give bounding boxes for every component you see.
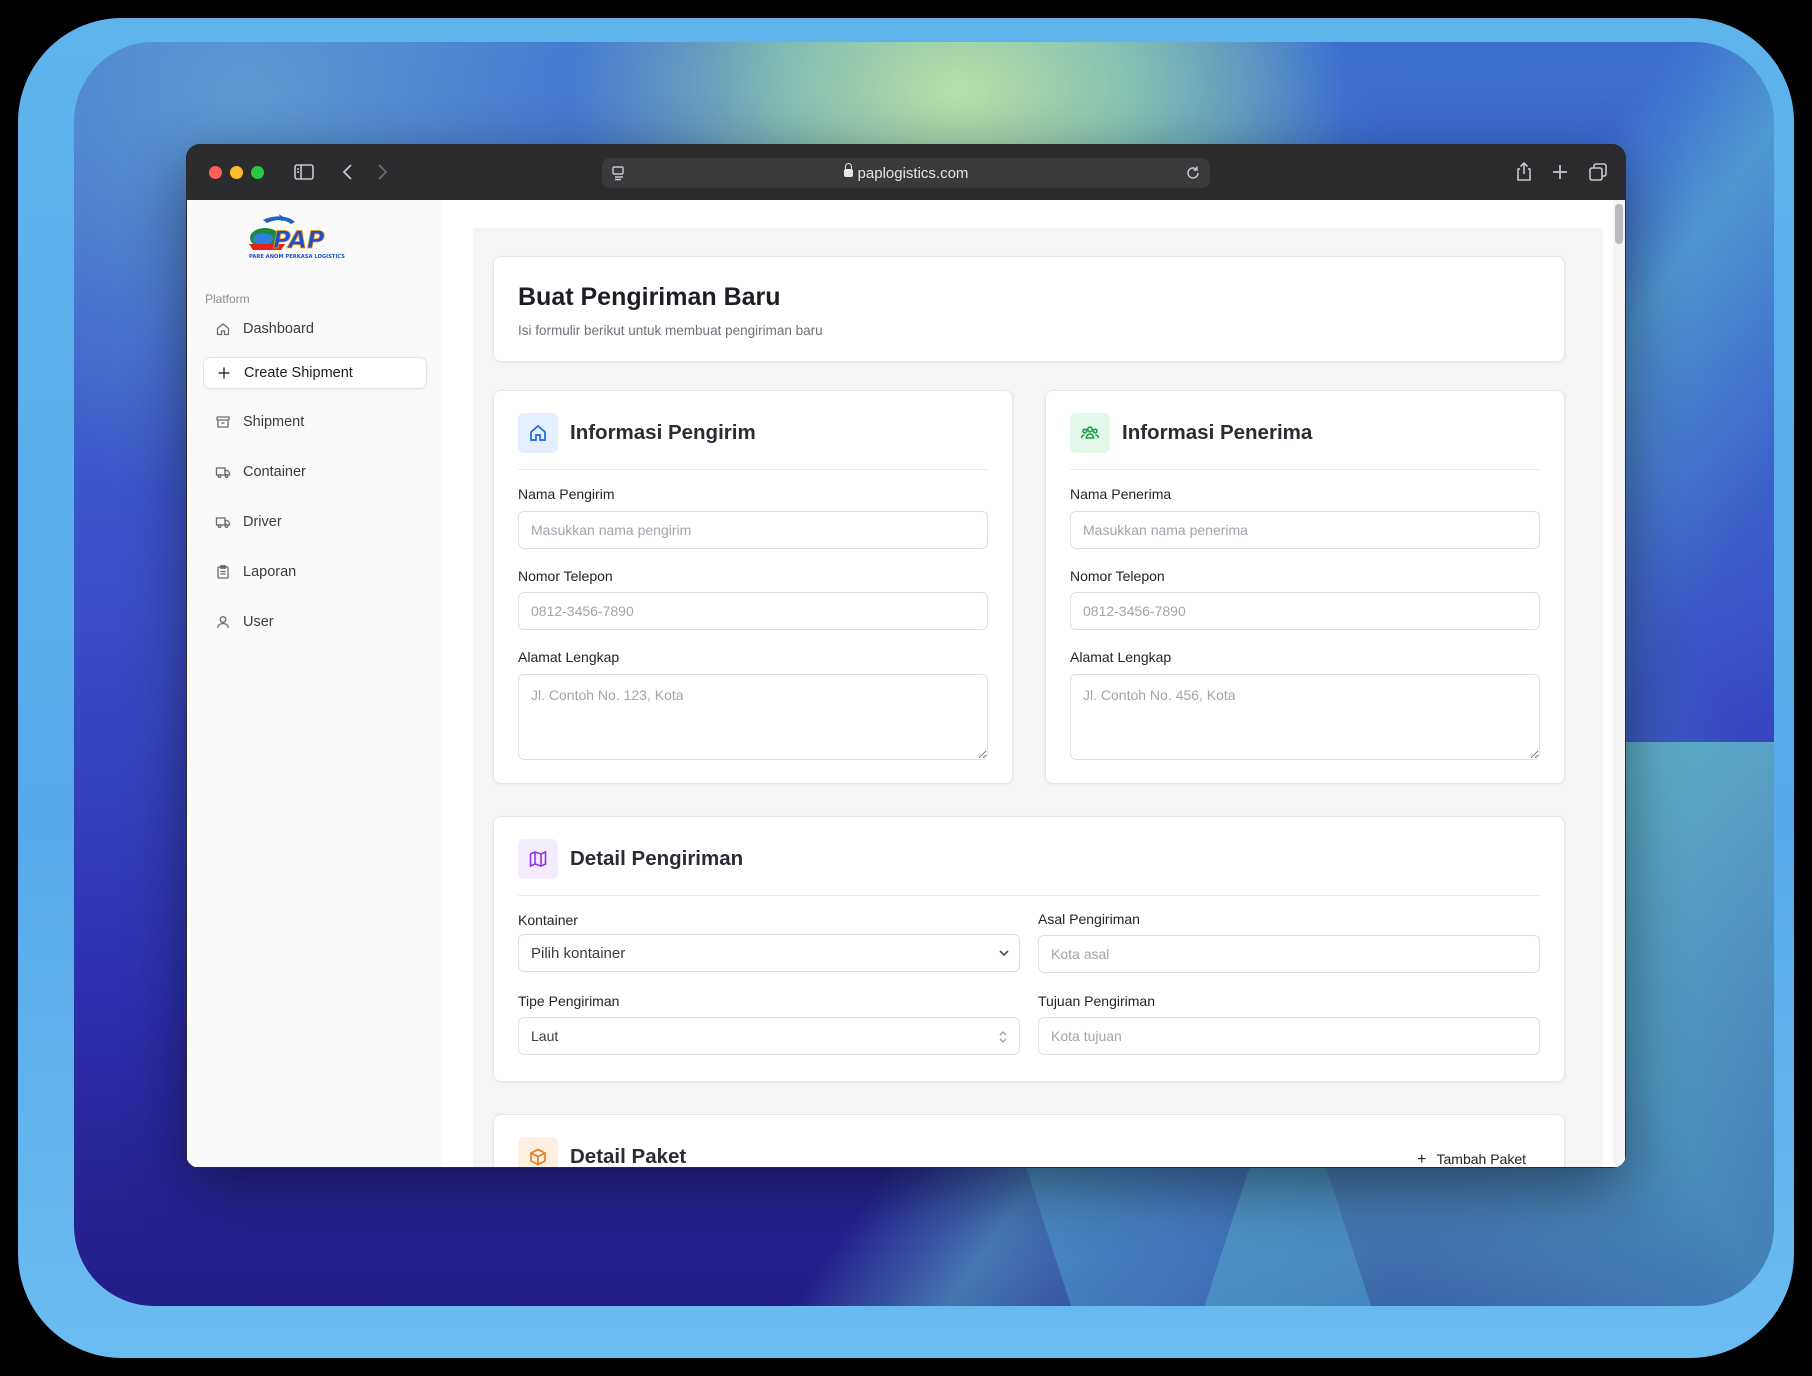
new-tab-icon[interactable] <box>1548 160 1572 184</box>
form-area: Buat Pengiriman Baru Isi formulir beriku… <box>473 228 1603 1167</box>
sidebar-item-create-shipment[interactable]: Create Shipment <box>203 357 427 389</box>
sidebar-toggle-icon[interactable] <box>292 160 316 184</box>
page-title: Buat Pengiriman Baru <box>518 283 781 311</box>
browser-toolbar: paplogistics.com <box>186 144 1626 200</box>
sender-phone-input[interactable] <box>518 592 988 630</box>
page-scrollbar[interactable] <box>1613 200 1625 1167</box>
lock-icon <box>843 163 853 177</box>
add-package-label: Tambah Paket <box>1436 1151 1527 1167</box>
logo-wordmark: PAP <box>273 226 325 254</box>
pap-logo: PAP PARE ANOM PERKASA LOGISTICS <box>249 214 345 260</box>
receiver-address-textarea[interactable] <box>1070 674 1540 760</box>
package-card-header: Detail Paket <box>518 1137 1540 1167</box>
container-select[interactable]: Pilih kontainer <box>518 934 1020 972</box>
sidebar-item-label: Create Shipment <box>244 365 353 381</box>
sidebar-item-user[interactable]: User <box>203 607 425 637</box>
sidebar-item-label: Container <box>243 464 306 480</box>
back-icon[interactable] <box>336 160 360 184</box>
plus-icon: + <box>1417 1151 1427 1167</box>
receiver-card: Informasi Penerima Nama Penerima Nomor T… <box>1045 390 1565 784</box>
truck-icon <box>215 464 231 480</box>
package-detail-card: Detail Paket + Tambah Paket <box>493 1114 1565 1167</box>
shipment-detail-card: Detail Pengiriman Kontainer Pilih kontai… <box>493 816 1565 1082</box>
sidebar-item-shipment[interactable]: Shipment <box>203 407 425 437</box>
sender-name-input[interactable] <box>518 511 988 549</box>
container-label: Kontainer <box>518 912 578 928</box>
chevron-down-icon <box>997 946 1011 960</box>
sender-card-title: Informasi Pengirim <box>570 421 756 444</box>
add-package-button[interactable]: + Tambah Paket <box>1417 1151 1526 1167</box>
web-page: PAP PARE ANOM PERKASA LOGISTICS Platform… <box>187 200 1625 1167</box>
address-bar[interactable]: paplogistics.com <box>602 158 1210 188</box>
home-icon <box>215 321 231 337</box>
sender-card-header: Informasi Pengirim <box>518 413 988 470</box>
sidebar-item-label: Shipment <box>243 414 305 430</box>
main-content: Buat Pengiriman Baru Isi formulir beriku… <box>441 200 1625 1167</box>
tab-overview-icon[interactable] <box>1586 160 1610 184</box>
sidebar-item-dashboard[interactable]: Dashboard <box>203 314 425 344</box>
shipment-card-header: Detail Pengiriman <box>518 839 1540 896</box>
sidebar-section-label: Platform <box>205 292 250 306</box>
scrollbar-thumb[interactable] <box>1615 204 1623 244</box>
receiver-phone-input[interactable] <box>1070 592 1540 630</box>
plus-icon <box>216 365 232 381</box>
reload-icon[interactable] <box>1184 164 1202 182</box>
home-icon <box>518 413 558 453</box>
maximize-window-button[interactable] <box>251 166 264 179</box>
receiver-address-label: Alamat Lengkap <box>1070 649 1172 665</box>
share-icon[interactable] <box>1512 160 1536 184</box>
shipment-card-title: Detail Pengiriman <box>570 847 744 870</box>
url-text: paplogistics.com <box>857 165 969 182</box>
sidebar-item-driver[interactable]: Driver <box>203 507 425 537</box>
close-window-button[interactable] <box>209 166 222 179</box>
page-header-card: Buat Pengiriman Baru Isi formulir beriku… <box>493 256 1565 362</box>
browser-window: paplogistics.com PAP PARE ANOM PERKASA L <box>186 144 1626 1168</box>
map-icon <box>518 839 558 879</box>
receiver-card-title: Informasi Penerima <box>1122 421 1313 444</box>
truck-icon <box>215 514 231 530</box>
updown-chevron-icon <box>997 1028 1009 1046</box>
user-icon <box>215 614 231 630</box>
sender-name-label: Nama Pengirim <box>518 486 615 502</box>
clipboard-icon <box>215 564 231 580</box>
forward-icon[interactable] <box>370 160 394 184</box>
users-icon <box>1070 413 1110 453</box>
origin-label: Asal Pengiriman <box>1038 911 1140 927</box>
page-subtitle: Isi formulir berikut untuk membuat pengi… <box>518 323 823 338</box>
receiver-card-header: Informasi Penerima <box>1070 413 1540 470</box>
destination-input[interactable] <box>1038 1017 1540 1055</box>
minimize-window-button[interactable] <box>230 166 243 179</box>
sidebar: PAP PARE ANOM PERKASA LOGISTICS Platform… <box>187 200 442 1167</box>
receiver-name-label: Nama Penerima <box>1070 486 1172 502</box>
sender-address-textarea[interactable] <box>518 674 988 760</box>
container-select-value: Pilih kontainer <box>531 945 626 962</box>
receiver-phone-label: Nomor Telepon <box>1070 568 1165 584</box>
package-icon <box>518 1137 558 1167</box>
sidebar-item-label: Driver <box>243 514 282 530</box>
sender-phone-label: Nomor Telepon <box>518 568 613 584</box>
shipment-type-select[interactable]: Laut <box>518 1017 1020 1055</box>
shipment-type-label: Tipe Pengiriman <box>518 993 620 1009</box>
origin-input[interactable] <box>1038 935 1540 973</box>
logo-tagline: PARE ANOM PERKASA LOGISTICS <box>249 254 345 260</box>
package-card-title: Detail Paket <box>570 1145 687 1167</box>
sidebar-item-label: Laporan <box>243 564 297 580</box>
sender-address-label: Alamat Lengkap <box>518 649 620 665</box>
archive-icon <box>215 414 231 430</box>
sidebar-item-laporan[interactable]: Laporan <box>203 557 425 587</box>
sidebar-item-label: User <box>243 614 274 630</box>
destination-label: Tujuan Pengiriman <box>1038 993 1155 1009</box>
sidebar-item-label: Dashboard <box>243 321 314 337</box>
sidebar-item-container[interactable]: Container <box>203 457 425 487</box>
sender-card: Informasi Pengirim Nama Pengirim Nomor T… <box>493 390 1013 784</box>
receiver-name-input[interactable] <box>1070 511 1540 549</box>
shipment-type-value: Laut <box>531 1028 559 1044</box>
